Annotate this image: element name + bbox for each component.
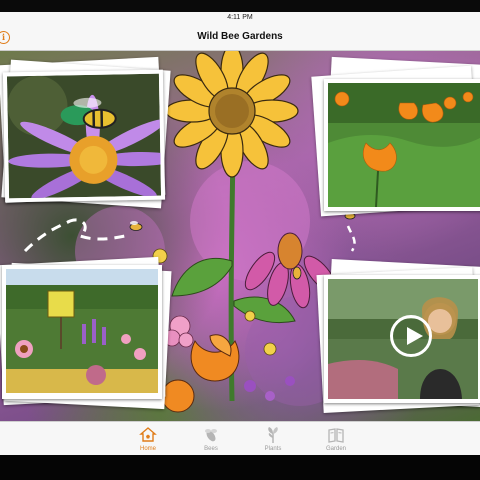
device-bezel-top — [0, 0, 480, 12]
tab-garden[interactable]: Garden — [311, 422, 361, 456]
photo-tile-poppies[interactable] — [311, 56, 480, 221]
play-icon[interactable] — [390, 315, 432, 357]
tab-label: Plants — [264, 446, 282, 452]
photo-tile-bee[interactable] — [0, 56, 172, 211]
tab-bar: Home Bees Plants Garden — [0, 421, 480, 456]
home-collage — [0, 51, 480, 421]
garden-with-sign-image — [6, 269, 158, 393]
photo-tile-garden-sign[interactable] — [0, 256, 172, 411]
device-bezel-bottom — [0, 455, 480, 480]
video-presenter — [324, 275, 480, 403]
plant-icon — [268, 427, 278, 443]
garden-sign-photo — [2, 265, 162, 399]
bee-on-aster-image — [6, 73, 162, 199]
poppies-photo — [324, 79, 480, 211]
bee-icon — [205, 429, 217, 442]
tab-label: Home — [139, 446, 156, 452]
video-tile[interactable] — [316, 259, 480, 413]
page-title: Wild Bee Gardens — [197, 31, 283, 42]
navigation-bar: i Wild Bee Gardens — [0, 24, 480, 51]
book-icon — [328, 428, 344, 443]
tab-label: Garden — [325, 446, 346, 452]
tab-bees[interactable]: Bees — [186, 422, 236, 456]
status-bar: 4:11 PM — [0, 12, 480, 24]
tab-label: Bees — [204, 446, 218, 452]
home-icon — [139, 427, 157, 442]
tab-home[interactable]: Home — [123, 422, 173, 456]
bee-on-flower-photo — [2, 69, 166, 203]
tab-plants[interactable]: Plants — [248, 422, 298, 456]
california-poppies-image — [328, 83, 480, 207]
status-time: 4:11 PM — [227, 14, 253, 21]
